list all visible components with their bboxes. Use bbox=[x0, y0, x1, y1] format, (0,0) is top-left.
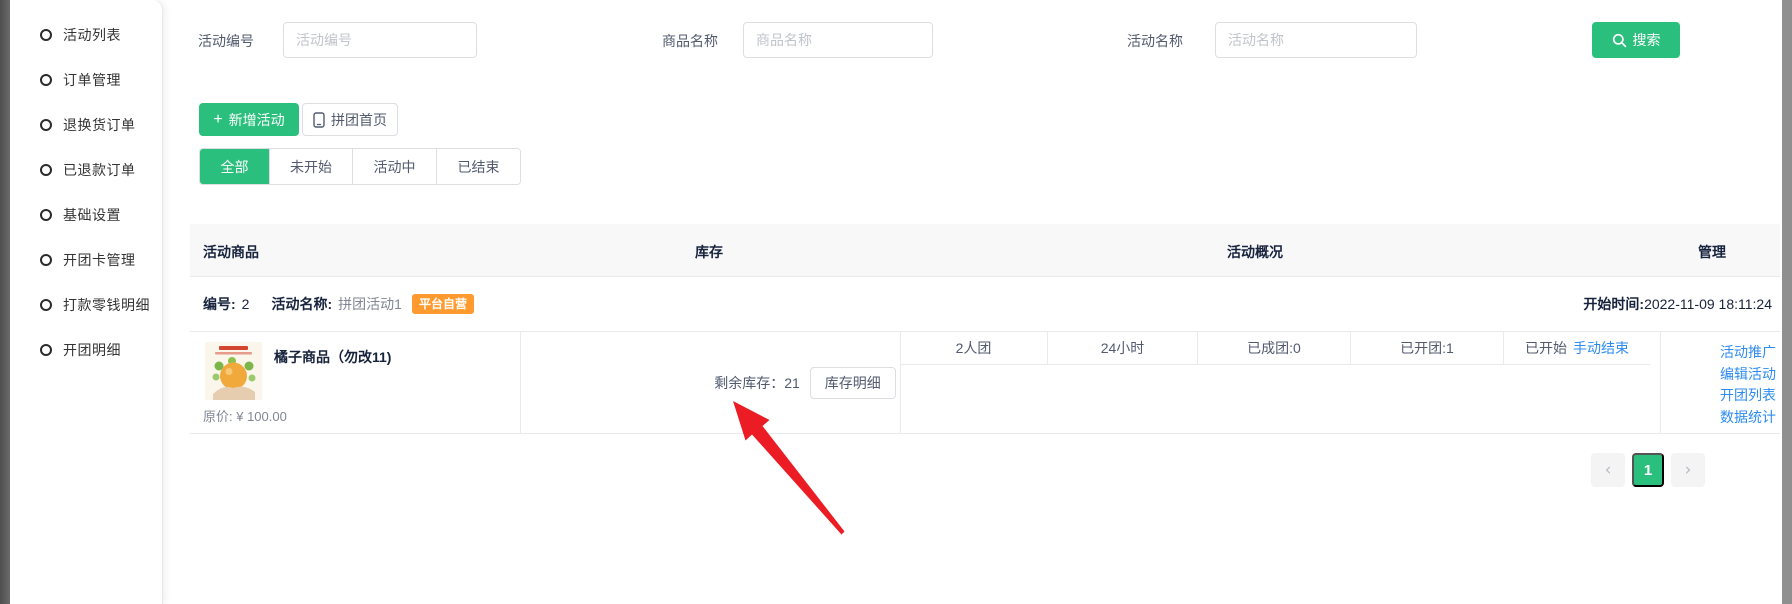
tab-label: 全部 bbox=[221, 157, 249, 177]
remaining-stock-text: 剩余库存：21 bbox=[714, 373, 800, 393]
tab-all[interactable]: 全部 bbox=[200, 149, 270, 184]
pagination: ‹ 1 › bbox=[1591, 453, 1705, 487]
table-header: 活动商品 库存 活动概况 管理 bbox=[190, 224, 1780, 277]
sidebar-item-label: 基础设置 bbox=[63, 205, 121, 225]
search-icon bbox=[1612, 33, 1627, 48]
data-statistics-link[interactable]: 数据统计 bbox=[1720, 407, 1776, 429]
sidebar-item-group-detail[interactable]: 开团明细 bbox=[10, 327, 162, 372]
group-size-cell: 2人团 bbox=[900, 332, 1048, 365]
sidebar-item-label: 订单管理 bbox=[63, 70, 121, 90]
edit-activity-link[interactable]: 编辑活动 bbox=[1720, 364, 1776, 386]
sidebar-item-order-management[interactable]: 订单管理 bbox=[10, 57, 162, 102]
activity-name-caption: 活动名称: bbox=[271, 294, 332, 314]
next-page-button[interactable]: › bbox=[1671, 453, 1705, 487]
current-page-button[interactable]: 1 bbox=[1632, 453, 1664, 487]
manage-links: 活动推广 编辑活动 开团列表 数据统计 bbox=[1720, 342, 1776, 428]
header-product: 活动商品 bbox=[203, 242, 259, 262]
activity-id-label: 活动编号 bbox=[198, 31, 254, 51]
circle-icon bbox=[40, 29, 52, 41]
product-title: 橘子商品（勿改11) bbox=[274, 347, 391, 367]
sidebar-item-label: 活动列表 bbox=[63, 25, 121, 45]
add-activity-label: 新增活动 bbox=[229, 110, 285, 130]
status-text: 已开始 bbox=[1525, 338, 1567, 358]
activity-id-value: 2 bbox=[242, 296, 250, 312]
groups-opened: 已开团:1 bbox=[1400, 338, 1454, 358]
activity-id-caption: 编号: bbox=[203, 294, 236, 314]
sidebar-item-return-orders[interactable]: 退换货订单 bbox=[10, 102, 162, 147]
tab-label: 活动中 bbox=[374, 157, 416, 177]
window-scrollbar[interactable] bbox=[1782, 0, 1792, 604]
sidebar-item-label: 退换货订单 bbox=[63, 115, 136, 135]
product-name-input[interactable] bbox=[743, 22, 933, 58]
group-duration: 24小时 bbox=[1101, 338, 1145, 358]
search-button-label: 搜索 bbox=[1633, 30, 1661, 50]
activity-id-input[interactable] bbox=[283, 22, 477, 58]
prev-page-button[interactable]: ‹ bbox=[1591, 453, 1625, 487]
activity-info-bar: 编号: 2 活动名称: 拼团活动1 平台自营 开始时间:2022-11-09 1… bbox=[190, 277, 1780, 332]
groups-completed-cell: 已成团:0 bbox=[1198, 332, 1351, 365]
status-tabs: 全部 未开始 活动中 已结束 bbox=[199, 148, 521, 185]
product-name-label: 商品名称 bbox=[662, 31, 718, 51]
tab-label: 未开始 bbox=[290, 157, 332, 177]
circle-icon bbox=[40, 344, 52, 356]
circle-icon bbox=[40, 254, 52, 266]
start-time-caption: 开始时间: bbox=[1583, 296, 1644, 312]
sidebar-item-refunded-orders[interactable]: 已退款订单 bbox=[10, 147, 162, 192]
status-cell: 已开始 手动结束 bbox=[1504, 332, 1650, 365]
manual-end-link[interactable]: 手动结束 bbox=[1573, 338, 1629, 358]
collapsed-left-panel bbox=[0, 0, 10, 604]
group-duration-cell: 24小时 bbox=[1048, 332, 1198, 365]
plus-icon: + bbox=[213, 111, 222, 129]
sidebar-item-activity-list[interactable]: 活动列表 bbox=[10, 12, 162, 57]
circle-icon bbox=[40, 209, 52, 221]
circle-icon bbox=[40, 74, 52, 86]
groups-completed: 已成团:0 bbox=[1247, 338, 1301, 358]
tab-label: 已结束 bbox=[458, 157, 500, 177]
add-activity-button[interactable]: + 新增活动 bbox=[199, 103, 299, 136]
group-home-button[interactable]: 拼团首页 bbox=[302, 103, 398, 136]
tab-not-started[interactable]: 未开始 bbox=[270, 149, 353, 184]
stock-detail-button[interactable]: 库存明细 bbox=[810, 367, 896, 399]
sidebar-item-label: 打款零钱明细 bbox=[63, 295, 150, 315]
start-time-value: 2022-11-09 18:11:24 bbox=[1644, 296, 1772, 312]
header-overview: 活动概况 bbox=[1227, 242, 1283, 262]
group-overview: 2人团 24小时 已成团:0 已开团:1 已开始 手动结束 bbox=[900, 332, 1792, 365]
sidebar-item-group-card[interactable]: 开团卡管理 bbox=[10, 237, 162, 282]
groups-opened-cell: 已开团:1 bbox=[1351, 332, 1504, 365]
group-size: 2人团 bbox=[956, 338, 992, 358]
tab-in-progress[interactable]: 活动中 bbox=[353, 149, 437, 184]
tab-ended[interactable]: 已结束 bbox=[437, 149, 520, 184]
activity-name-value: 拼团活动1 bbox=[338, 294, 402, 314]
header-stock: 库存 bbox=[695, 242, 723, 262]
sidebar-item-label: 开团明细 bbox=[63, 340, 121, 360]
sidebar-item-basic-settings[interactable]: 基础设置 bbox=[10, 192, 162, 237]
group-list-link[interactable]: 开团列表 bbox=[1720, 385, 1776, 407]
product-image bbox=[205, 342, 262, 400]
activity-name-label: 活动名称 bbox=[1127, 31, 1183, 51]
circle-icon bbox=[40, 119, 52, 131]
platform-badge: 平台自营 bbox=[412, 294, 474, 314]
activity-row: 橘子商品（勿改11) 原价: ¥ 100.00 剩余库存：21 库存明细 2人团… bbox=[190, 332, 1780, 434]
activity-table: 活动商品 库存 活动概况 管理 编号: 2 活动名称: 拼团活动1 平台自营 开… bbox=[190, 224, 1780, 434]
sidebar-item-payment-detail[interactable]: 打款零钱明细 bbox=[10, 282, 162, 327]
product-original-price: 原价: ¥ 100.00 bbox=[203, 406, 287, 425]
stock-cell: 剩余库存：21 库存明细 bbox=[520, 366, 1090, 400]
group-home-label: 拼团首页 bbox=[331, 110, 387, 130]
sidebar-item-label: 已退款订单 bbox=[63, 160, 136, 180]
header-manage: 管理 bbox=[1698, 242, 1726, 262]
sidebar-item-label: 开团卡管理 bbox=[63, 250, 136, 270]
circle-icon bbox=[40, 299, 52, 311]
circle-icon bbox=[40, 164, 52, 176]
activity-name-input[interactable] bbox=[1215, 22, 1417, 58]
page: 活动列表 订单管理 退换货订单 已退款订单 基础设置 开团卡管理 打款零钱明细 bbox=[0, 0, 1792, 604]
mobile-icon bbox=[313, 112, 325, 128]
search-button[interactable]: 搜索 bbox=[1592, 22, 1680, 58]
start-time: 开始时间:2022-11-09 18:11:24 bbox=[1583, 294, 1772, 314]
promote-activity-link[interactable]: 活动推广 bbox=[1720, 342, 1776, 364]
sidebar: 活动列表 订单管理 退换货订单 已退款订单 基础设置 开团卡管理 打款零钱明细 bbox=[10, 0, 163, 604]
